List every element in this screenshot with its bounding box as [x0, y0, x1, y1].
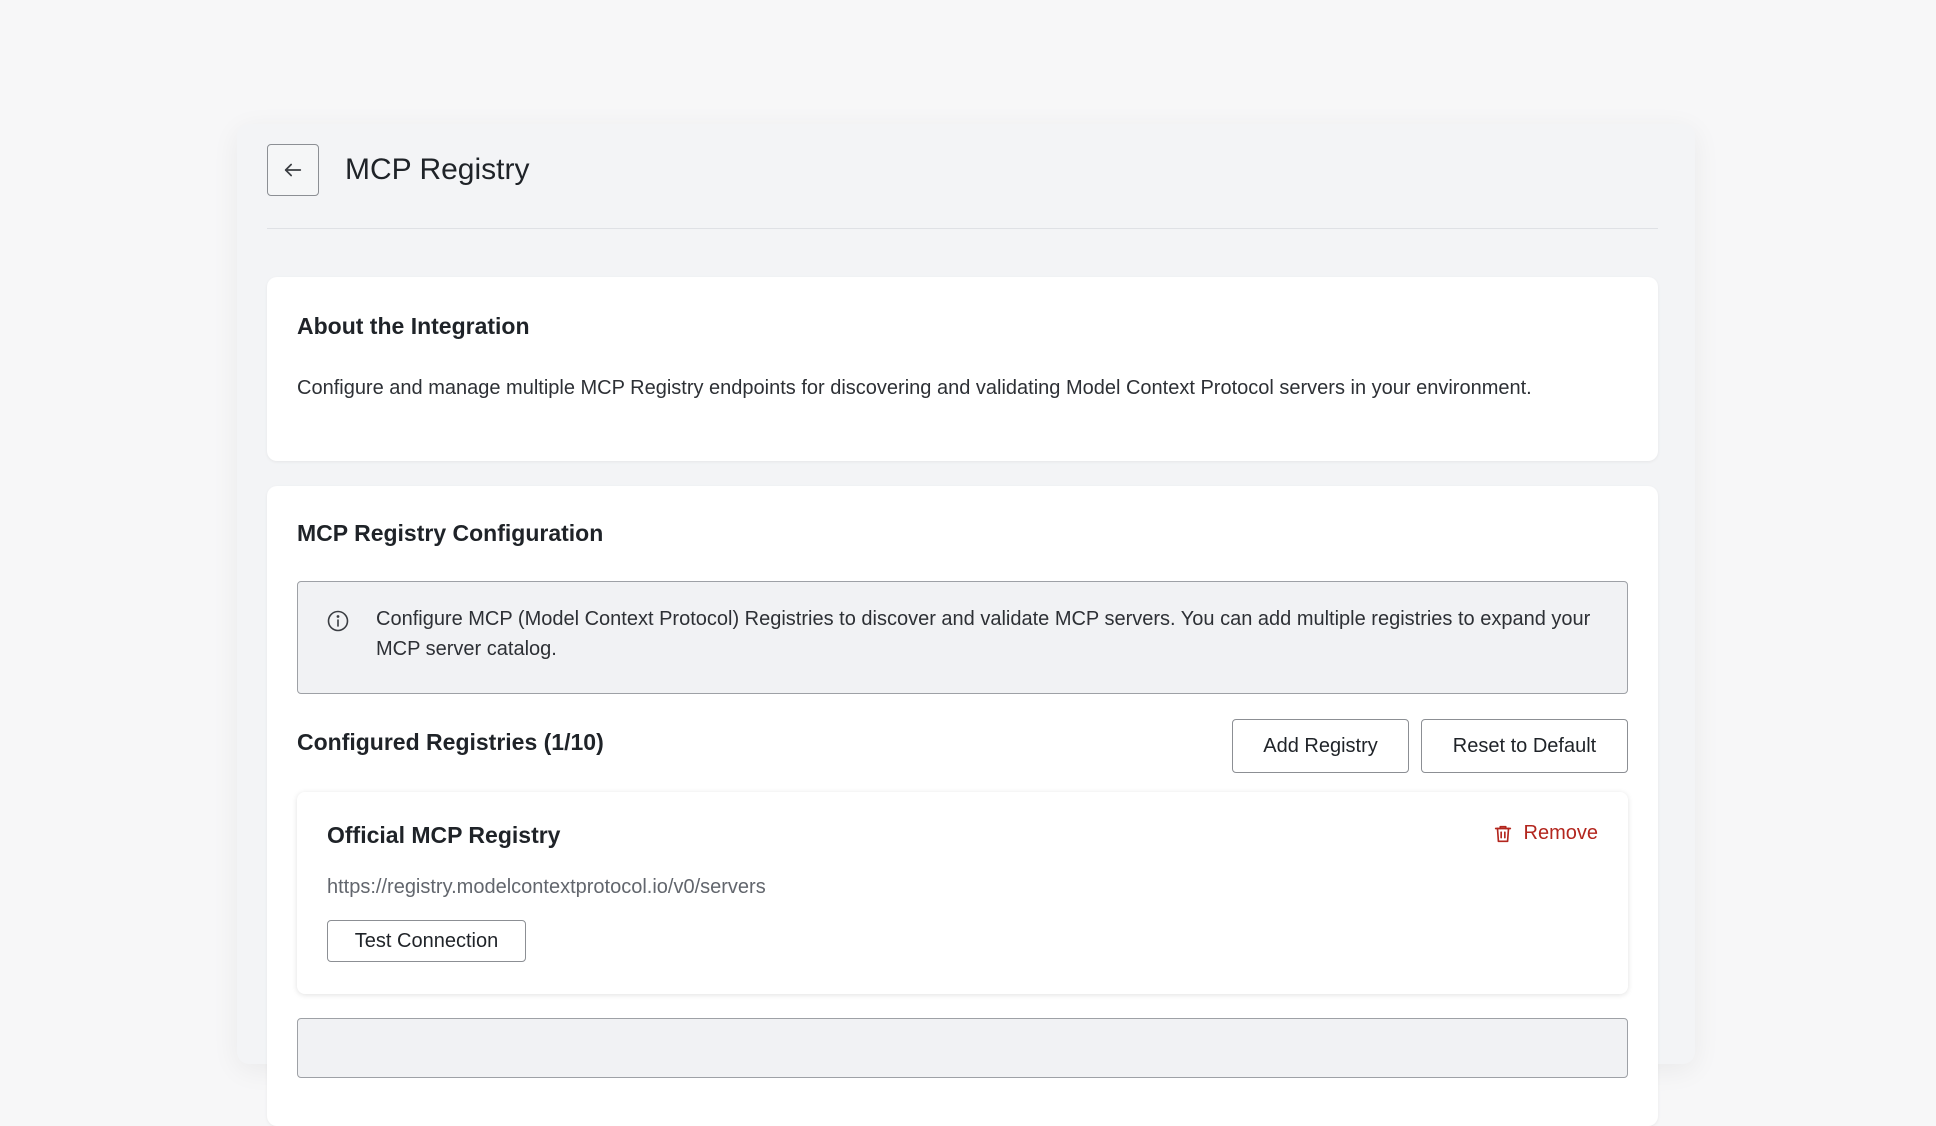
info-text: Configure MCP (Model Context Protocol) R…: [376, 608, 1591, 660]
info-icon: [327, 610, 349, 632]
page-title: MCP Registry: [345, 153, 530, 186]
about-card: About the Integration Configure and mana…: [267, 277, 1658, 461]
registries-heading: Configured Registries (1/10): [297, 729, 604, 755]
trash-icon: [1494, 825, 1511, 842]
remove-registry-button[interactable]: Remove: [1492, 822, 1598, 845]
registry-form-box: [297, 1018, 1628, 1078]
info-notice: Configure MCP (Model Context Protocol) R…: [297, 581, 1628, 694]
test-connection-button[interactable]: Test Connection: [327, 920, 526, 962]
add-registry-button[interactable]: Add Registry: [1232, 719, 1409, 773]
config-title: MCP Registry Configuration: [297, 520, 604, 546]
registry-url: https://registry.modelcontextprotocol.io…: [327, 876, 766, 898]
registry-name: Official MCP Registry: [327, 822, 561, 848]
remove-label: Remove: [1523, 822, 1598, 844]
settings-panel: MCP Registry About the Integration Confi…: [237, 124, 1695, 1126]
reset-to-default-button[interactable]: Reset to Default: [1421, 719, 1628, 773]
about-title: About the Integration: [297, 313, 530, 339]
registry-item: Official MCP Registry Remove https://reg…: [297, 792, 1628, 994]
about-description: Configure and manage multiple MCP Regist…: [297, 377, 1532, 399]
registry-config-card: MCP Registry Configuration Configure MCP…: [267, 486, 1658, 1126]
arrow-left-icon: [284, 163, 302, 177]
page-header: MCP Registry: [267, 144, 1658, 229]
back-button[interactable]: [267, 144, 319, 196]
